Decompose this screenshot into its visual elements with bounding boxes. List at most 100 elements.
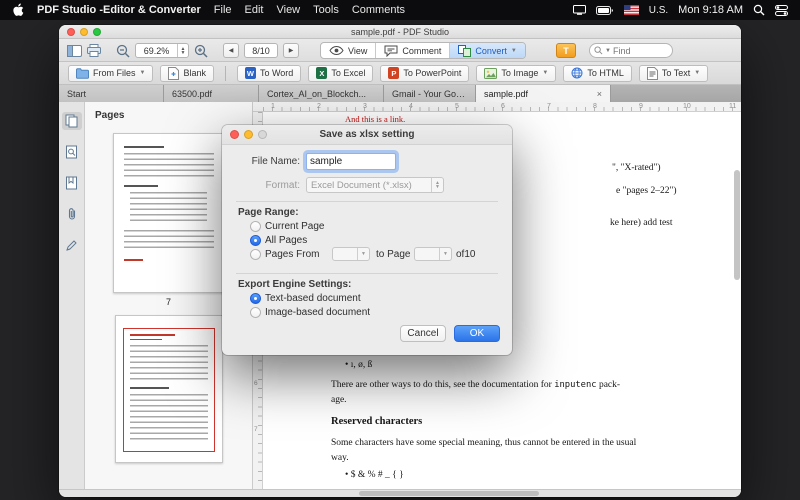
comment-mode-button[interactable]: Comment	[376, 43, 451, 58]
pdf-bullet-item: $ & % # _ { }	[345, 470, 404, 480]
menu-file[interactable]: File	[214, 4, 232, 16]
signature-icon[interactable]	[62, 236, 82, 254]
to-text-button[interactable]: To Text ▼	[638, 64, 709, 82]
next-page-button[interactable]: ▶	[283, 43, 299, 58]
paragraph-text: age.	[331, 394, 347, 405]
orange-tool-button[interactable]: T	[556, 43, 576, 58]
tab-gmail[interactable]: Gmail - Your Google I_...	[384, 85, 476, 102]
file-name-label: File Name:	[251, 156, 300, 167]
dialog-minimize-button[interactable]	[244, 130, 253, 139]
from-files-button[interactable]: From Files ▼	[68, 64, 154, 82]
format-label: Format:	[265, 180, 300, 191]
control-center-icon[interactable]	[775, 4, 788, 16]
tab-cortex-ai[interactable]: Cortex_AI_on_Blockch...	[259, 85, 384, 102]
print-icon[interactable]	[87, 44, 101, 57]
page-search-icon[interactable]	[62, 143, 82, 161]
zoom-out-icon[interactable]	[116, 44, 130, 58]
battery-icon[interactable]	[595, 5, 614, 15]
blank-button[interactable]: Blank	[160, 64, 214, 82]
page-indicator[interactable]: 8/10	[244, 43, 278, 58]
to-powerpoint-button[interactable]: P To PowerPoint	[380, 64, 470, 82]
horizontal-scrollbar-track[interactable]	[59, 489, 741, 497]
to-word-button[interactable]: W To Word	[236, 64, 302, 82]
input-source-label[interactable]: U.S.	[649, 5, 668, 16]
radio-image-based[interactable]	[250, 307, 261, 318]
menu-tools[interactable]: Tools	[313, 4, 339, 16]
menu-bar: PDF Studio -Editor & Converter File Edit…	[0, 0, 800, 20]
desktop: { "menubar": { "app_name": "PDF Studio -…	[0, 0, 800, 500]
pdf-heading: Reserved characters	[331, 416, 423, 427]
pdf-link-text[interactable]: And this is a link.	[345, 114, 405, 124]
mode-segmented-control: View Comment Convert ▼	[320, 42, 526, 59]
to-html-button[interactable]: To HTML	[563, 64, 632, 82]
to-image-button[interactable]: To Image ▼	[476, 64, 557, 82]
paragraph-text: way.	[331, 452, 349, 463]
zoom-level-combo[interactable]: 69.2% ▲ ▼	[135, 43, 189, 58]
comment-mode-label: Comment	[402, 45, 442, 56]
from-page-popup[interactable]: ▼	[332, 247, 370, 261]
to-page-popup[interactable]: ▼	[414, 247, 452, 261]
tab-bar-filler	[611, 85, 741, 102]
cancel-button[interactable]: Cancel	[400, 325, 446, 342]
tab-close-icon[interactable]: ×	[597, 89, 602, 99]
ok-button[interactable]: OK	[454, 325, 500, 342]
ruler-number: 10	[683, 103, 691, 110]
tab-sample-pdf[interactable]: sample.pdf ×	[476, 85, 611, 102]
attachments-icon[interactable]	[62, 205, 82, 223]
menu-comments[interactable]: Comments	[352, 4, 405, 16]
find-input[interactable]	[612, 45, 665, 56]
page-8-thumbnail[interactable]	[114, 315, 223, 463]
convert-mode-button[interactable]: Convert ▼	[450, 43, 525, 58]
to-text-label: To Text	[661, 68, 691, 78]
view-mode-label: View	[348, 45, 368, 56]
paragraph-text: pack-	[596, 380, 621, 390]
sidebar-toggle-icon[interactable]	[67, 44, 82, 57]
of-total-pages-label: of10	[456, 249, 476, 260]
ruler-number: 6	[254, 380, 258, 387]
zoom-stepper[interactable]: ▲ ▼	[177, 44, 188, 57]
find-field[interactable]: ▼	[589, 43, 673, 58]
spotlight-icon[interactable]	[753, 4, 765, 16]
pages-panel-icon[interactable]	[61, 112, 82, 130]
app-menu-name[interactable]: PDF Studio -Editor & Converter	[37, 4, 201, 16]
radio-text-based[interactable]	[250, 293, 261, 304]
dialog-close-button[interactable]	[230, 130, 239, 139]
display-status-icon[interactable]	[572, 5, 586, 15]
ruler-number: 5	[455, 103, 459, 110]
to-powerpoint-label: To PowerPoint	[403, 68, 462, 78]
menu-bar-clock[interactable]: Mon 9:18 AM	[678, 4, 743, 16]
radio-pages-from-label[interactable]: Pages From	[265, 249, 319, 260]
tab-label: 63500.pdf	[172, 88, 213, 99]
horizontal-scrollbar-thumb[interactable]	[359, 491, 539, 496]
from-files-label: From Files	[93, 68, 136, 78]
menu-edit[interactable]: Edit	[245, 4, 264, 16]
window-titlebar[interactable]: sample.pdf - PDF Studio	[59, 25, 741, 39]
radio-image-based-label[interactable]: Image-based document	[265, 307, 370, 318]
radio-pages-from[interactable]	[250, 249, 261, 260]
apple-menu-icon[interactable]	[12, 3, 24, 17]
radio-all-pages[interactable]	[250, 235, 261, 246]
bookmarks-icon[interactable]	[62, 174, 82, 192]
radio-all-pages-label[interactable]: All Pages	[265, 235, 307, 246]
tab-63500-pdf[interactable]: 63500.pdf	[164, 85, 259, 102]
window-close-button[interactable]	[67, 28, 75, 36]
radio-current-page-label[interactable]: Current Page	[265, 221, 324, 232]
window-zoom-button[interactable]	[93, 28, 101, 36]
radio-text-based-label[interactable]: Text-based document	[265, 293, 361, 304]
vertical-scrollbar[interactable]	[734, 170, 740, 280]
zoom-level-value: 69.2%	[143, 45, 170, 56]
radio-current-page[interactable]	[250, 221, 261, 232]
window-minimize-button[interactable]	[80, 28, 88, 36]
view-mode-button[interactable]: View	[321, 43, 377, 58]
zoom-in-icon[interactable]	[194, 44, 208, 58]
previous-page-button[interactable]: ◀	[223, 43, 239, 58]
dialog-titlebar[interactable]: Save as xlsx setting	[222, 125, 512, 145]
us-flag-icon[interactable]	[623, 5, 639, 15]
menu-view[interactable]: View	[276, 4, 300, 16]
page-7-thumbnail[interactable]	[112, 133, 225, 293]
to-excel-button[interactable]: X To Excel	[308, 64, 374, 82]
file-name-input[interactable]	[306, 153, 396, 170]
search-scope-chevron-icon[interactable]: ▼	[605, 48, 611, 54]
tab-start[interactable]: Start	[59, 85, 164, 102]
folder-icon	[76, 67, 89, 79]
